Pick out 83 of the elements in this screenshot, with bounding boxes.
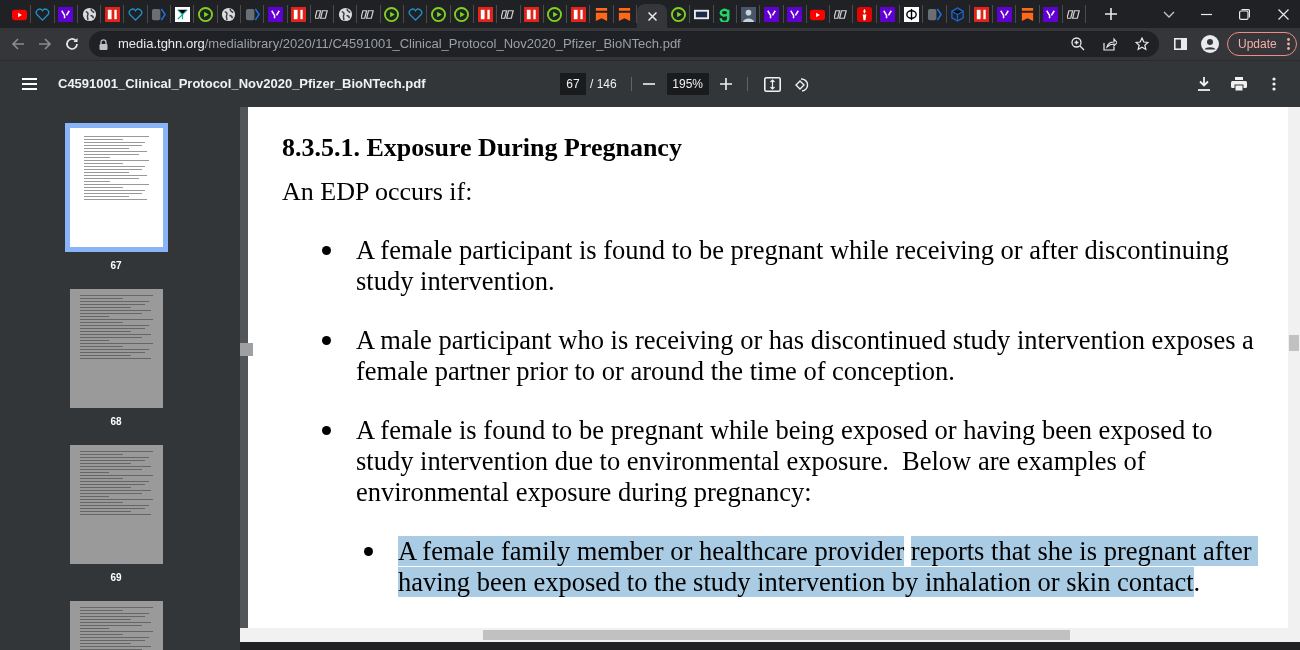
square-logo-icon [570, 6, 586, 22]
share-icon[interactable] [1103, 37, 1117, 51]
square-logo-icon [1043, 6, 1059, 22]
square-logo-icon [973, 6, 989, 22]
page-thumbnail[interactable] [69, 445, 163, 564]
square-logo-icon [267, 6, 283, 22]
person-icon [740, 6, 756, 22]
play-circle-icon [384, 6, 400, 22]
reload-icon[interactable] [65, 37, 79, 51]
profile-icon[interactable] [1201, 35, 1219, 53]
page-thumbnail[interactable] [64, 123, 168, 252]
address-bar[interactable]: media.tghn.org/medialibrary/2020/11/C4591001_Clinical_Protocol_Nov2020_Pfizer_BioNTech.pdf [89, 31, 1159, 57]
square-logo-icon [477, 6, 493, 22]
circle-logo-icon [903, 6, 919, 22]
globe-icon [81, 6, 97, 22]
play-circle-icon [547, 6, 563, 22]
play-circle-icon [454, 6, 470, 22]
page-number: 67 [110, 259, 122, 273]
page-count: / 146 [590, 76, 617, 93]
square-logo-icon [58, 6, 74, 22]
square-logo-icon [787, 6, 803, 22]
bullet-icon [364, 547, 373, 556]
play-circle-icon [431, 6, 446, 22]
chevron-logo-icon [926, 6, 942, 22]
heart-icon [34, 6, 50, 22]
play-circle-icon [198, 6, 213, 22]
menu-icon[interactable] [22, 78, 37, 90]
url-text: media.tghn.org/medialibrary/2020/11/C4591001_Clinical_Protocol_Nov2020_Pfizer_BioNTech.pdf [118, 35, 681, 54]
chevron-logo-icon [151, 6, 167, 22]
play-circle-icon [670, 6, 686, 22]
chevron-logo-icon [244, 6, 260, 22]
bookmark-icon [1020, 6, 1036, 22]
rotate-icon[interactable] [794, 76, 810, 92]
scrollbar-thumb[interactable] [1289, 335, 1299, 351]
restore-icon[interactable] [1239, 8, 1250, 20]
new-tab-icon[interactable] [1104, 7, 1119, 21]
download-icon[interactable] [1198, 77, 1210, 91]
bullet-icon [322, 426, 331, 435]
bookmark-icon [617, 6, 633, 22]
horizontal-scrollbar[interactable] [240, 628, 1300, 642]
scrollbar-thumb[interactable] [483, 630, 1070, 640]
square-logo-icon [291, 6, 307, 22]
zoom-level-field[interactable]: 195% [666, 73, 709, 95]
more-icon[interactable] [1286, 38, 1290, 50]
list-item-text: A male participant who is receiving or has discontinued study intervention exposes a female partner prior to or around the time of conception. [356, 324, 1255, 388]
document-title: C4591001_Clinical_Protocol_Nov2020_Pfizer_BioNTech.pdf [58, 75, 427, 94]
bullet-icon [322, 246, 331, 255]
paragraph: An EDP occurs if: [282, 177, 474, 207]
heart-icon [128, 6, 144, 22]
page-number: 68 [110, 415, 122, 429]
print-icon[interactable] [1231, 77, 1247, 91]
page-thumbnail[interactable] [69, 289, 163, 408]
globe-icon [337, 6, 353, 22]
close-icon[interactable] [647, 11, 657, 21]
square-logo-icon [763, 6, 779, 22]
cube-icon [950, 6, 966, 22]
star-icon[interactable] [1135, 37, 1149, 51]
section-heading: 8.3.5.1. Exposure During Pregnancy [282, 133, 683, 163]
lock-icon [99, 38, 108, 50]
zoom-icon[interactable] [1071, 37, 1085, 51]
zoom-in-icon[interactable] [719, 78, 732, 90]
more-icon[interactable] [1272, 77, 1276, 91]
bullet-icon [322, 336, 331, 345]
close-icon[interactable] [1278, 8, 1289, 20]
fit-page-icon[interactable] [763, 76, 781, 92]
back-icon[interactable] [11, 37, 25, 51]
square-logo-icon [996, 6, 1012, 22]
scroll-handle[interactable] [240, 343, 253, 356]
square-logo-icon [524, 6, 540, 22]
square-logo-icon [104, 6, 120, 22]
side-panel-icon[interactable] [1174, 38, 1187, 50]
bookmark-icon [594, 6, 610, 22]
list-item-text: A female participant is found to be pregnant while receiving or after discontinuing study intervention. [356, 234, 1230, 298]
square-logo-icon [880, 6, 896, 22]
forward-icon[interactable] [38, 37, 52, 51]
list-item-text: A female is found to be pregnant while being exposed or having been exposed to study intervention due to environmental exposure. Below are examples of environmental exposure during pregnancy: [356, 414, 1214, 509]
page-number: 69 [110, 571, 122, 585]
page-number-field[interactable]: 67 [560, 73, 586, 95]
torch-icon [857, 6, 873, 22]
globe-icon [221, 6, 237, 22]
browser-tab[interactable] [637, 4, 667, 28]
heart-icon [407, 6, 423, 22]
vertical-scrollbar[interactable] [1288, 107, 1300, 628]
